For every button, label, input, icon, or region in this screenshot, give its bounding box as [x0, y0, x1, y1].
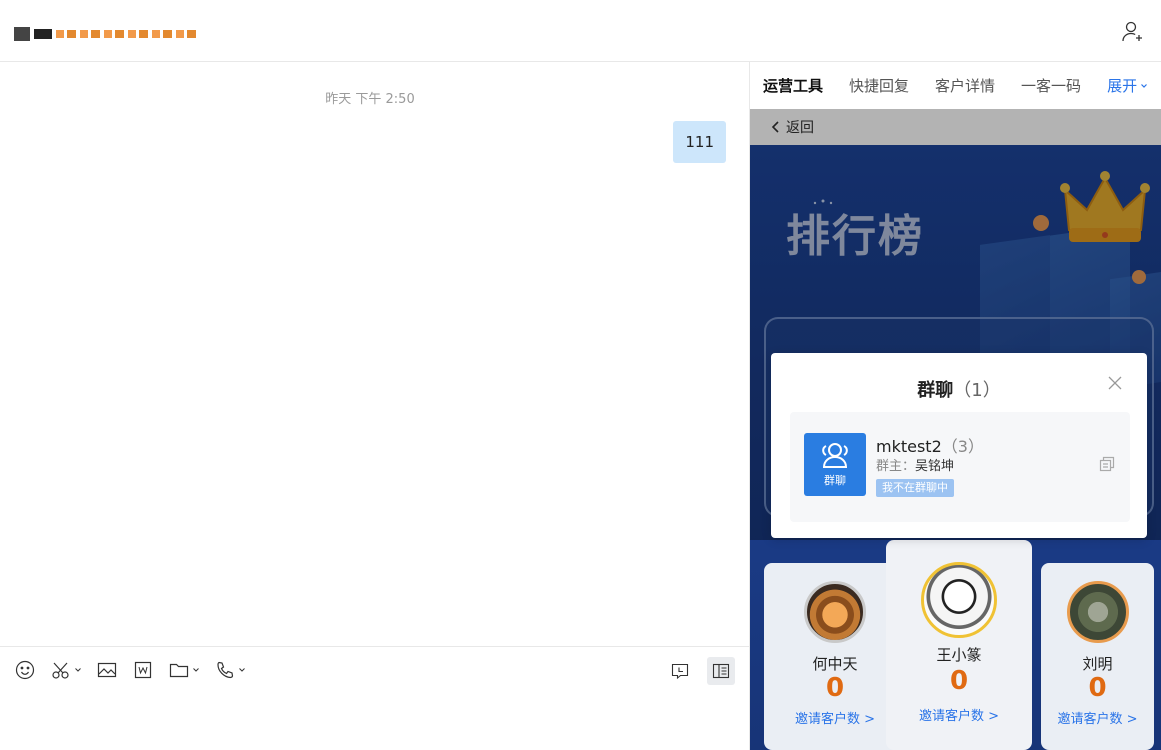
- message-box-icon: [671, 663, 689, 680]
- chat-area: 昨天 下午 2:50 111: [0, 62, 750, 750]
- group-owner-name: 吴铭坤: [915, 459, 955, 474]
- chat-header: [0, 0, 1161, 62]
- avatar: [804, 581, 866, 643]
- document-button[interactable]: [132, 659, 154, 681]
- avatar: [1066, 581, 1129, 643]
- emoji-icon: [15, 660, 35, 680]
- redacted-block: [34, 29, 52, 39]
- word-icon: [134, 661, 152, 679]
- phone-icon: [217, 661, 234, 679]
- leader-card: 王小篆 0 邀请客户数 >: [886, 540, 1032, 750]
- tab-customer-details[interactable]: 客户详情: [935, 75, 995, 96]
- invite-count: 0: [825, 673, 845, 703]
- folder-button[interactable]: [168, 659, 200, 681]
- redacted-block: [56, 30, 196, 38]
- folder-icon: [169, 663, 189, 678]
- tab-operation-tools[interactable]: 运营工具: [763, 75, 823, 96]
- close-button[interactable]: [1107, 375, 1123, 391]
- group-member-count: （3）: [941, 437, 984, 456]
- leader-name: 何中天: [812, 655, 858, 673]
- modal-title: 群聊（1）: [771, 376, 1147, 402]
- invite-customers-link[interactable]: 邀请客户数 >: [764, 708, 906, 727]
- contact-name-redacted: [14, 26, 196, 42]
- panel-tabs: 运营工具 快捷回复 客户详情 一客一码 展开: [750, 62, 1161, 109]
- toggle-sidebar-button[interactable]: [707, 657, 735, 685]
- group-chat-icon: [822, 443, 848, 468]
- message-composer: [0, 646, 750, 750]
- message-timestamp: 昨天 下午 2:50: [325, 92, 415, 107]
- call-button[interactable]: [214, 659, 246, 681]
- back-button[interactable]: 返回: [750, 109, 1161, 145]
- add-user-icon: [1122, 21, 1142, 42]
- back-label: 返回: [786, 120, 814, 136]
- leader-card: 刘明 0 邀请客户数 >: [1041, 563, 1154, 750]
- close-icon: [1108, 376, 1122, 390]
- modal-title-text: 群聊: [917, 380, 954, 401]
- copy-button[interactable]: [1098, 455, 1116, 473]
- chevron-down-icon: [75, 668, 81, 672]
- group-list-item[interactable]: 群聊 mktest2（3） 群主：吴铭坤 我不在群聊中: [790, 412, 1130, 522]
- tab-quick-reply[interactable]: 快捷回复: [849, 75, 909, 96]
- avatar: [921, 562, 997, 638]
- redacted-block: [14, 27, 30, 41]
- screenshot-button[interactable]: [50, 659, 82, 681]
- group-avatar: 群聊: [804, 433, 866, 496]
- scissors-icon: [52, 662, 69, 679]
- outgoing-message-bubble[interactable]: 111: [673, 121, 726, 163]
- group-chat-modal: 群聊（1） 群聊 mktest2（3） 群主：吴铭坤 我不在群聊中: [771, 353, 1147, 538]
- emoji-button[interactable]: [14, 659, 36, 681]
- sidebar-panel-icon: [712, 663, 730, 679]
- group-name: mktest2（3）: [876, 433, 984, 457]
- chevron-left-icon: [771, 121, 779, 133]
- leader-name: 王小篆: [936, 646, 982, 664]
- chevron-down-icon: [239, 668, 245, 672]
- image-button[interactable]: [96, 659, 118, 681]
- invite-customers-link[interactable]: 邀请客户数 >: [886, 705, 1032, 724]
- add-member-button[interactable]: [1121, 20, 1145, 44]
- leader-name: 刘明: [1082, 655, 1113, 673]
- chevron-down-icon: [1141, 83, 1148, 88]
- expand-label: 展开: [1107, 77, 1138, 95]
- image-icon: [97, 662, 117, 678]
- modal-title-count: （1）: [953, 380, 1001, 401]
- chevron-down-icon: [193, 668, 199, 672]
- expand-tabs-button[interactable]: 展开: [1107, 75, 1148, 96]
- status-badge: 我不在群聊中: [876, 479, 954, 497]
- copy-icon: [1099, 456, 1115, 472]
- tab-customer-code[interactable]: 一客一码: [1021, 75, 1081, 96]
- leader-card: 何中天 0 邀请客户数 >: [764, 563, 906, 750]
- group-avatar-label: 群聊: [824, 474, 846, 487]
- invite-count: 0: [949, 666, 969, 696]
- message-history-button[interactable]: [666, 657, 694, 685]
- invite-customers-link[interactable]: 邀请客户数 >: [1041, 708, 1154, 727]
- invite-count: 0: [1088, 673, 1107, 703]
- group-owner-label: 群主：: [876, 459, 916, 474]
- group-owner: 群主：吴铭坤: [876, 455, 954, 474]
- group-name-text: mktest2: [876, 437, 942, 456]
- composer-toolbar: [14, 659, 246, 681]
